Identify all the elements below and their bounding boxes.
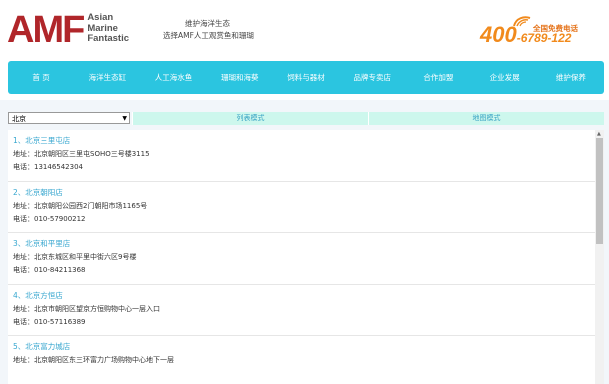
store-name-link[interactable]: 2、北京朝阳店 [13,186,595,200]
hotline-block: 400-6789-122 全国免费电话 [480,14,606,50]
nav-item-franchise[interactable]: 合作加盟 [405,72,471,83]
nav-item-ecosystem-tank[interactable]: 海洋生态缸 [74,72,140,83]
store-phone: 电话：010-57900212 [13,214,86,223]
store-name-link[interactable]: 4、北京方恒店 [13,289,595,303]
main-nav: 首 页 海洋生态缸 人工海水鱼 珊瑚和海葵 饲料与器材 品牌专卖店 合作加盟 企… [8,61,604,94]
store-name-link[interactable]: 5、北京富力城店 [13,340,595,354]
logo-sub-line: Asian [87,12,114,23]
list-item: 3、北京和平里店 地址：北京东城区和平里中街六区9号楼 电话：010-84211… [8,233,595,285]
view-mode-tabs: 列表模式 地图模式 [132,112,604,125]
dropdown-arrow-icon: ▼ [122,115,127,122]
nav-item-coral-anemone[interactable]: 珊瑚和海葵 [207,72,273,83]
scroll-up-icon[interactable]: ▲ [597,131,601,137]
slogan-line-2: 选择AMF人工观赏鱼和珊瑚 [163,31,254,40]
tab-map-mode[interactable]: 地图模式 [368,112,604,125]
scrollbar-thumb[interactable] [596,138,603,244]
nav-item-marine-fish[interactable]: 人工海水鱼 [140,72,206,83]
city-select[interactable]: 北京 ▼ [8,112,130,124]
nav-item-company[interactable]: 企业发展 [472,72,538,83]
list-item: 4、北京方恒店 地址：北京市朝阳区望京方恒购物中心一层入口 电话：010-571… [8,285,595,336]
nav-item-maintenance[interactable]: 维护保养 [538,72,604,83]
store-name-link[interactable]: 1、北京三里屯店 [13,134,595,148]
store-address: 地址：北京朝阳区三里屯SOHO三号楼3115 [13,150,150,158]
list-item: 5、北京富力城店 地址：北京朝阳区东三环富力广场购物中心地下一层 [8,336,595,384]
city-select-value: 北京 [12,115,26,123]
list-scrollbar[interactable]: ▲ [595,130,604,384]
store-name-link[interactable]: 3、北京和平里店 [13,237,595,251]
store-phone: 电话：13146542304 [13,163,83,171]
nav-item-feed-equipment[interactable]: 饲料与器材 [273,72,339,83]
store-list: 1、北京三里屯店 地址：北京朝阳区三里屯SOHO三号楼3115 电话：13146… [8,130,595,384]
store-address: 地址：北京市朝阳区望京方恒购物中心一层入口 [13,304,160,313]
logo-sub-line: Fantastic [87,33,130,44]
tab-list-mode[interactable]: 列表模式 [132,112,368,125]
amf-logo[interactable]: AMF Asian Marine Fantastic [7,10,129,50]
list-item: 1、北京三里屯店 地址：北京朝阳区三里屯SOHO三号楼3115 电话：13146… [8,130,595,182]
nav-item-home[interactable]: 首 页 [8,72,74,83]
header-slogan: 维护海洋生态 选择AMF人工观赏鱼和珊瑚 [163,18,254,42]
list-item: 2、北京朝阳店 地址：北京朝阳公园西2门朝阳市场1165号 电话：010-579… [8,182,595,233]
slogan-line-1: 维护海洋生态 [185,19,230,28]
logo-mark: AMF [7,9,85,51]
nav-item-brand-stores[interactable]: 品牌专卖店 [339,72,405,83]
hotline-label: 全国免费电话 [533,24,578,33]
store-address: 地址：北京东城区和平里中街六区9号楼 [13,253,137,261]
site-header: AMF Asian Marine Fantastic 维护海洋生态 选择AMF人… [0,0,609,60]
logo-tagline: Asian Marine Fantastic [87,12,130,45]
store-address: 地址：北京朝阳公园西2门朝阳市场1165号 [13,201,148,210]
store-address: 地址：北京朝阳区东三环富力广场购物中心地下一层 [13,356,174,364]
store-phone: 电话：010-84211368 [13,266,86,274]
store-phone: 电话：010-57116389 [13,317,86,326]
